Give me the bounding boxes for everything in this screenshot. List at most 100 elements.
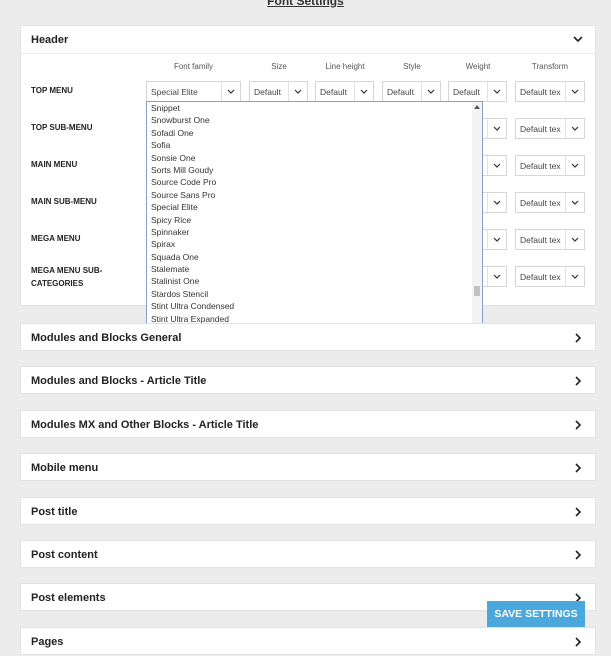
- font-option[interactable]: Squada One: [147, 251, 482, 263]
- style-select[interactable]: Default: [382, 81, 441, 102]
- row-label: TOP MENU: [31, 86, 73, 95]
- chevron-down-icon: [487, 156, 506, 175]
- row-label: MEGA MENU SUB-CATEGORIES: [31, 266, 103, 288]
- select-value: Default tex: [520, 197, 561, 208]
- header-panel-toggle[interactable]: Header: [21, 26, 595, 54]
- chevron-down-icon: [487, 82, 506, 101]
- panel-toggle[interactable]: Modules and Blocks General: [21, 324, 595, 352]
- chevron-down-icon: [221, 82, 240, 101]
- panel-title: Modules MX and Other Blocks - Article Ti…: [31, 419, 259, 431]
- save-settings-button[interactable]: SAVE SETTINGS: [487, 601, 585, 627]
- select-value: Default tex: [520, 86, 561, 97]
- font-option[interactable]: Snippet: [147, 102, 482, 114]
- panel-toggle[interactable]: Pages: [21, 628, 595, 656]
- chevron-down-icon: [565, 193, 584, 212]
- chevron-down-icon: [354, 82, 373, 101]
- header-font-panel: Header Font family Size Line height Styl…: [20, 25, 596, 349]
- font-option[interactable]: Sonsie One: [147, 152, 482, 164]
- panel-title: Post title: [31, 506, 78, 518]
- font-option[interactable]: Sofia: [147, 139, 482, 151]
- chevron-right-icon: [571, 418, 585, 432]
- page-title: Font Settings: [267, 0, 344, 8]
- chevron-down-icon: [487, 119, 506, 138]
- transform-select[interactable]: Default tex: [515, 81, 585, 102]
- col-transform: Transform: [531, 62, 569, 71]
- transform-select[interactable]: Default tex: [515, 266, 585, 287]
- settings-panel: Mobile menu: [20, 453, 596, 481]
- font-option[interactable]: Sorts Mill Goudy: [147, 164, 482, 176]
- chevron-down-icon: [571, 33, 585, 47]
- chevron-down-icon: [565, 82, 584, 101]
- chevron-down-icon: [487, 230, 506, 249]
- font-option[interactable]: Stalemate: [147, 263, 482, 275]
- chevron-down-icon: [565, 119, 584, 138]
- panel-title: Mobile menu: [31, 462, 99, 474]
- chevron-down-icon: [487, 267, 506, 286]
- settings-panel: Modules and Blocks General: [20, 323, 596, 351]
- chevron-down-icon: [565, 267, 584, 286]
- row-label: MEGA MENU: [31, 234, 81, 243]
- col-line-height: Line height: [325, 62, 365, 71]
- weight-select[interactable]: Default: [448, 81, 507, 102]
- font-option[interactable]: Spicy Rice: [147, 214, 482, 226]
- font-option[interactable]: Source Code Pro: [147, 176, 482, 188]
- chevron-down-icon: [487, 193, 506, 212]
- chevron-down-icon: [288, 82, 307, 101]
- chevron-right-icon: [571, 548, 585, 562]
- size-select[interactable]: Default: [249, 81, 308, 102]
- select-value: Default tex: [520, 234, 561, 245]
- chevron-down-icon: [421, 82, 440, 101]
- font-option[interactable]: Spinnaker: [147, 226, 482, 238]
- row-label: MAIN SUB-MENU: [31, 197, 97, 206]
- font-option[interactable]: Stint Ultra Condensed: [147, 300, 482, 312]
- select-value: Default: [254, 86, 281, 97]
- panel-title: Post elements: [31, 592, 106, 604]
- settings-panel: Post content: [20, 540, 596, 568]
- panel-title: Modules and Blocks - Article Title: [31, 375, 207, 387]
- col-style: Style: [403, 62, 421, 71]
- font-option[interactable]: Spirax: [147, 238, 482, 250]
- panel-toggle[interactable]: Post content: [21, 541, 595, 569]
- panel-title: Modules and Blocks General: [31, 332, 182, 344]
- chevron-right-icon: [571, 461, 585, 475]
- chevron-right-icon: [571, 505, 585, 519]
- col-weight: Weight: [465, 62, 491, 71]
- font-option[interactable]: Stardos Stencil: [147, 288, 482, 300]
- scroll-thumb[interactable]: [474, 286, 480, 297]
- column-headers: Font family Size Line height Style Weigh…: [21, 62, 595, 74]
- scroll-up-icon[interactable]: [472, 102, 482, 112]
- font-option[interactable]: Sofadi One: [147, 127, 482, 139]
- col-size: Size: [271, 62, 287, 71]
- row-label: TOP SUB-MENU: [31, 123, 93, 132]
- settings-panel: Post title: [20, 497, 596, 525]
- chevron-right-icon: [571, 374, 585, 388]
- row-label: MAIN MENU: [31, 160, 78, 169]
- panel-toggle[interactable]: Modules and Blocks - Article Title: [21, 367, 595, 395]
- line-height-select[interactable]: Default: [315, 81, 374, 102]
- chevron-right-icon: [571, 331, 585, 345]
- transform-select[interactable]: Default tex: [515, 118, 585, 139]
- select-value: Default tex: [520, 123, 561, 134]
- font-option[interactable]: Stalinist One: [147, 275, 482, 287]
- chevron-down-icon: [565, 230, 584, 249]
- select-value: Default: [453, 86, 480, 97]
- font-family-select[interactable]: Special Elite: [146, 81, 241, 102]
- dropdown-scrollbar[interactable]: [472, 102, 482, 348]
- select-value: Default tex: [520, 271, 561, 282]
- font-option[interactable]: Snowburst One: [147, 114, 482, 126]
- panel-toggle[interactable]: Mobile menu: [21, 454, 595, 482]
- panel-toggle[interactable]: Post title: [21, 498, 595, 526]
- panel-toggle[interactable]: Modules MX and Other Blocks - Article Ti…: [21, 411, 595, 439]
- panel-title: Post content: [31, 549, 98, 561]
- select-value: Default: [387, 86, 414, 97]
- font-option[interactable]: Special Elite: [147, 201, 482, 213]
- chevron-down-icon: [565, 156, 584, 175]
- transform-select[interactable]: Default tex: [515, 155, 585, 176]
- transform-select[interactable]: Default tex: [515, 229, 585, 250]
- settings-panel: Modules and Blocks - Article Title: [20, 366, 596, 394]
- select-value: Default: [320, 86, 347, 97]
- font-family-dropdown-list[interactable]: Snippet Snowburst One Sofadi One Sofia Sonsi…: [146, 101, 483, 349]
- col-font-family: Font family: [173, 62, 214, 71]
- transform-select[interactable]: Default tex: [515, 192, 585, 213]
- font-option[interactable]: Source Sans Pro: [147, 189, 482, 201]
